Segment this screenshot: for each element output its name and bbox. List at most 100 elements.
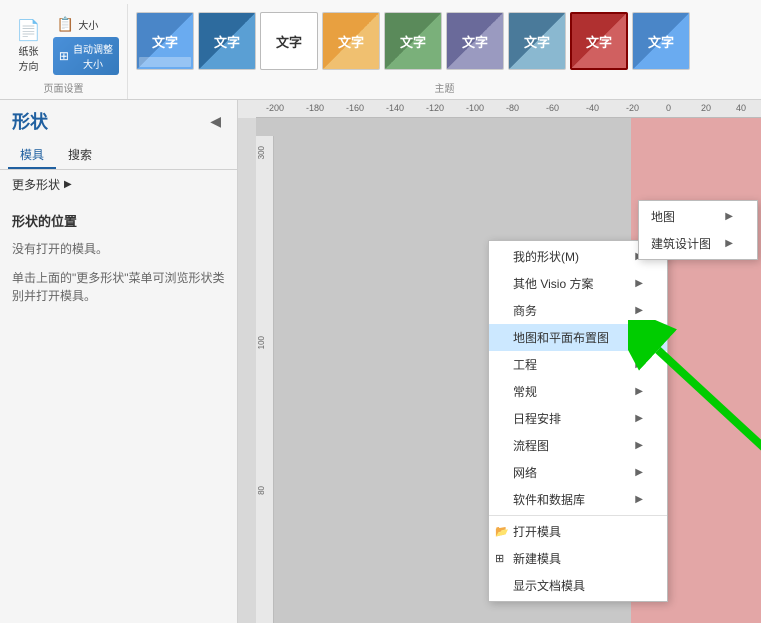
theme-button-5[interactable]: 文字: [384, 12, 442, 70]
theme-button-4[interactable]: 文字: [322, 12, 380, 70]
ruler-tick: -100: [466, 103, 484, 113]
more-shapes-arrow-icon: ▶: [64, 179, 72, 190]
page-setup-section-label: 页面设置: [0, 80, 127, 95]
theme-button-7[interactable]: 文字: [508, 12, 566, 70]
paper-direction-label: 纸张 方向: [18, 43, 38, 73]
submenu-arrow-icon: ▶: [635, 359, 643, 370]
submenu-arrow-icon: ▶: [725, 211, 733, 222]
menu-item-flowchart[interactable]: 流程图 ▶: [489, 432, 667, 459]
submenu-arrow-icon: ▶: [635, 467, 643, 478]
auto-adjust-label: 自动调整 大小: [73, 41, 113, 71]
ruler-tick: -200: [266, 103, 284, 113]
submenu-arrow-icon: ▶: [725, 238, 733, 249]
general-label: 常规: [513, 383, 537, 400]
more-shapes-label: 更多形状: [12, 176, 60, 193]
theme-buttons: 文字 文字 文字 文字 文字 文字 文字 文字: [136, 12, 753, 70]
submenu-arrow-icon: ▶: [635, 413, 643, 424]
ruler-tick: 40: [736, 103, 746, 113]
network-label: 网络: [513, 464, 537, 481]
ruler-tick-left: 300: [257, 146, 266, 159]
ruler-tick-left: 100: [257, 336, 266, 349]
business-label: 商务: [513, 302, 537, 319]
schedule-label: 日程安排: [513, 410, 561, 427]
ruler-tick: -160: [346, 103, 364, 113]
ribbon: 📄 纸张 方向 📋 大小 ⊞ 自动调整 大小 页面设置 文字: [0, 0, 761, 100]
sidebar-tabs: 模具 搜索: [0, 142, 237, 170]
sidebar-collapse-button[interactable]: ◀: [206, 111, 225, 132]
ruler-tick: -80: [506, 103, 519, 113]
size-button[interactable]: 📋 大小: [53, 14, 119, 35]
other-visio-label: 其他 Visio 方案: [513, 275, 593, 292]
menu-item-general[interactable]: 常规 ▶: [489, 378, 667, 405]
open-stencil-label: 打开模具: [513, 523, 561, 540]
software-db-label: 软件和数据库: [513, 491, 585, 508]
menu-item-open-stencil[interactable]: 📂 打开模具: [489, 518, 667, 545]
ruler-tick: -20: [626, 103, 639, 113]
size-label: 大小: [78, 17, 98, 32]
submenu-arrow-icon: ▶: [635, 386, 643, 397]
menu-item-maps-floor[interactable]: 地图和平面布置图 ▶: [489, 324, 667, 351]
ruler-tick: 20: [701, 103, 711, 113]
shape-location-title: 形状的位置: [0, 199, 237, 236]
show-doc-stencil-label: 显示文档模具: [513, 577, 585, 594]
menu-item-engineering[interactable]: 工程 ▶: [489, 351, 667, 378]
ruler-tick: -60: [546, 103, 559, 113]
theme-button-9[interactable]: 文字: [632, 12, 690, 70]
theme-button-1[interactable]: 文字: [136, 12, 194, 70]
submenu-arrow-icon: ▶: [635, 440, 643, 451]
submenu-arrow-icon: ▶: [635, 305, 643, 316]
menu-separator-1: [489, 515, 667, 516]
maps-floor-label: 地图和平面布置图: [513, 329, 609, 346]
architecture-label: 建筑设计图: [651, 235, 711, 252]
no-model-text: 没有打开的模具。: [0, 236, 237, 261]
more-shapes-button[interactable]: 更多形状 ▶: [0, 170, 237, 199]
menu-item-show-doc-stencil[interactable]: 显示文档模具: [489, 572, 667, 599]
ribbon-small-buttons: 📋 大小 ⊞ 自动调整 大小: [53, 14, 119, 75]
sidebar: 形状 ◀ 模具 搜索 更多形状 ▶ 形状的位置 没有打开的模具。 单击上面的"更…: [0, 100, 238, 623]
theme-section-label: 主题: [128, 80, 761, 95]
sub-menu-item-architecture[interactable]: 建筑设计图 ▶: [639, 230, 757, 257]
ruler-tick-left: 80: [257, 486, 266, 495]
engineering-label: 工程: [513, 356, 537, 373]
submenu-arrow-icon: ▶: [635, 494, 643, 505]
ruler-tick: -180: [306, 103, 324, 113]
ribbon-page-setup: 📄 纸张 方向 📋 大小 ⊞ 自动调整 大小 页面设置: [0, 4, 128, 99]
map-label: 地图: [651, 208, 675, 225]
sidebar-header: 形状 ◀: [0, 100, 237, 142]
submenu-arrow-icon: ▶: [635, 278, 643, 289]
theme-button-3[interactable]: 文字: [260, 12, 318, 70]
ruler-tick: -140: [386, 103, 404, 113]
open-stencil-icon: 📂: [495, 525, 509, 538]
ruler-tick: 0: [666, 103, 671, 113]
submenu-arrow-icon: ▶: [635, 332, 643, 343]
theme-button-2[interactable]: 文字: [198, 12, 256, 70]
sub-menu: 地图 ▶ 建筑设计图 ▶: [638, 200, 758, 260]
auto-adjust-button[interactable]: ⊞ 自动调整 大小: [53, 37, 119, 75]
new-stencil-icon: ⊞: [495, 552, 504, 565]
menu-item-network[interactable]: 网络 ▶: [489, 459, 667, 486]
new-stencil-label: 新建模具: [513, 550, 561, 567]
menu-item-schedule[interactable]: 日程安排 ▶: [489, 405, 667, 432]
flowchart-label: 流程图: [513, 437, 549, 454]
theme-button-6[interactable]: 文字: [446, 12, 504, 70]
sidebar-title: 形状: [12, 108, 48, 134]
menu-item-new-stencil[interactable]: ⊞ 新建模具: [489, 545, 667, 572]
sidebar-hint: 单击上面的"更多形状"菜单可浏览形状类别并打开模具。: [0, 261, 237, 313]
sub-menu-item-map[interactable]: 地图 ▶: [639, 203, 757, 230]
main-area: 形状 ◀ 模具 搜索 更多形状 ▶ 形状的位置 没有打开的模具。 单击上面的"更…: [0, 100, 761, 623]
tab-stencil[interactable]: 模具: [8, 142, 56, 169]
paper-direction-button[interactable]: 📄 纸张 方向: [8, 14, 49, 77]
ribbon-theme: 文字 文字 文字 文字 文字 文字 文字 文字: [128, 4, 761, 99]
ruler-tick: -40: [586, 103, 599, 113]
theme-button-8[interactable]: 文字: [570, 12, 628, 70]
canvas-area[interactable]: -200 -180 -160 -140 -120 -100 -80 -60 -4…: [238, 100, 761, 623]
menu-item-business[interactable]: 商务 ▶: [489, 297, 667, 324]
ruler-left: 300 100 80: [256, 136, 274, 623]
menu-item-software-db[interactable]: 软件和数据库 ▶: [489, 486, 667, 513]
ruler-tick: -120: [426, 103, 444, 113]
tab-search[interactable]: 搜索: [56, 142, 104, 169]
ruler-top: -200 -180 -160 -140 -120 -100 -80 -60 -4…: [238, 100, 761, 118]
my-shapes-label: 我的形状(M): [513, 248, 579, 265]
menu-item-other-visio[interactable]: 其他 Visio 方案 ▶: [489, 270, 667, 297]
context-menu: 我的形状(M) ▶ 其他 Visio 方案 ▶ 商务 ▶ 地图和平面布置图 ▶ …: [488, 240, 668, 602]
